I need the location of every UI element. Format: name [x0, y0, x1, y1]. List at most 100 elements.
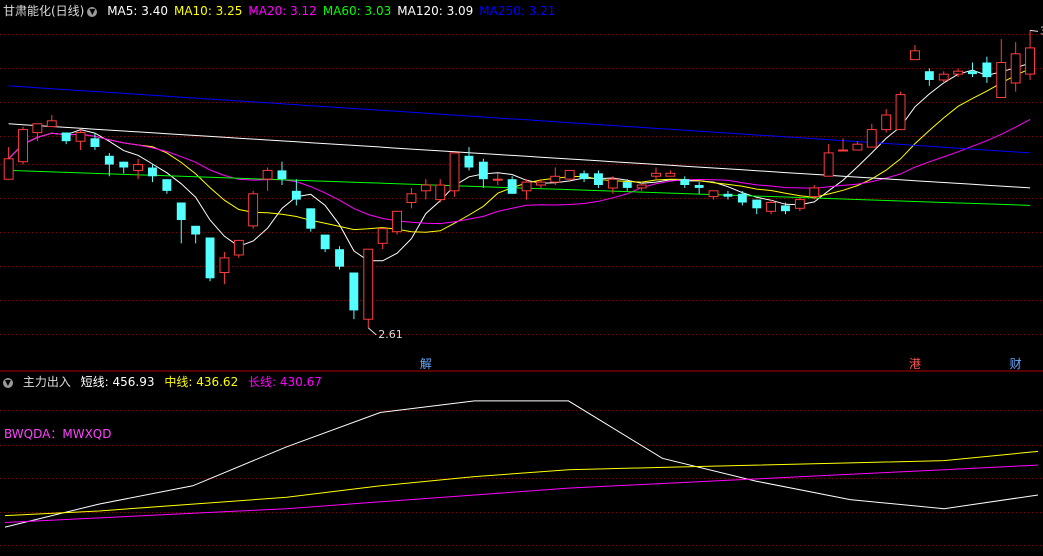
candle[interactable]	[464, 147, 474, 171]
candle[interactable]	[507, 176, 517, 194]
candle[interactable]	[594, 170, 603, 188]
candle-body	[996, 62, 1007, 98]
candle[interactable]	[910, 45, 920, 61]
candle[interactable]	[651, 167, 661, 180]
candle[interactable]	[133, 158, 144, 180]
candle[interactable]	[996, 39, 1007, 98]
candle-body	[766, 202, 776, 212]
candle[interactable]	[852, 141, 863, 151]
extreme-pointer	[367, 327, 377, 336]
candle[interactable]	[694, 182, 704, 194]
indicator-panel-header: ▼ 主力出入 短线: 456.93 中线: 436.62 长线: 430.67	[3, 375, 328, 389]
candle[interactable]	[248, 190, 259, 229]
candle[interactable]	[1010, 42, 1021, 92]
candle[interactable]	[61, 132, 71, 145]
mid-line-value: 中线: 436.62	[164, 375, 239, 389]
event-marker: 港	[909, 357, 921, 371]
chevron-down-icon[interactable]: ▼	[3, 377, 13, 388]
candle[interactable]	[277, 161, 287, 185]
candle-body	[464, 155, 474, 168]
candle[interactable]	[233, 239, 244, 258]
candle[interactable]	[219, 252, 230, 285]
short-line-value: 短线: 456.93	[80, 375, 155, 389]
candle-body	[594, 173, 603, 185]
candle[interactable]	[752, 199, 762, 215]
candle-body	[61, 132, 71, 142]
ma-line	[8, 62, 1031, 262]
candle-body	[579, 173, 589, 180]
indicator-formula: BWQDA：MWXQD	[4, 427, 112, 441]
candle[interactable]	[104, 152, 114, 177]
extreme-price-label: 2.61	[378, 328, 403, 341]
indicator-line	[4, 400, 1039, 528]
candle[interactable]	[205, 237, 215, 282]
candle[interactable]	[737, 190, 747, 206]
candle[interactable]	[46, 115, 57, 128]
candle-body	[119, 161, 129, 168]
candle[interactable]	[3, 147, 14, 180]
candle-body	[176, 202, 186, 220]
candle-body	[680, 179, 690, 185]
ma-legend-item: MA250: 3.21	[479, 4, 556, 18]
candle[interactable]	[176, 202, 186, 244]
candle-body	[521, 181, 532, 192]
candle[interactable]	[406, 187, 417, 209]
ma-legend-item: MA60: 3.03	[322, 4, 392, 18]
candle-body	[363, 248, 374, 320]
candle[interactable]	[823, 144, 834, 177]
candle[interactable]	[680, 176, 690, 188]
candle-body	[694, 185, 704, 188]
candle-body	[852, 143, 863, 151]
event-marker: 财	[1010, 357, 1022, 371]
candle-body	[205, 237, 215, 279]
candle[interactable]	[579, 170, 589, 183]
candle[interactable]	[148, 164, 157, 183]
stock-chart[interactable]: 2.613.63解港财	[0, 0, 1043, 556]
candle[interactable]	[75, 129, 86, 150]
candle[interactable]	[306, 208, 316, 232]
candle-body	[377, 228, 388, 244]
candle[interactable]	[665, 170, 676, 177]
candle[interactable]	[492, 173, 503, 185]
candle[interactable]	[478, 158, 488, 188]
candle[interactable]	[1025, 30, 1035, 80]
candle[interactable]	[363, 248, 374, 328]
candle-body	[823, 152, 834, 177]
candle-body	[291, 190, 301, 200]
candle[interactable]	[766, 199, 776, 215]
candle-body	[18, 129, 28, 163]
candle-body	[277, 170, 287, 180]
candle[interactable]	[982, 56, 992, 83]
candle[interactable]	[550, 167, 561, 186]
indicator-name: 主力出入	[22, 375, 71, 389]
candle[interactable]	[119, 161, 129, 174]
candle[interactable]	[377, 228, 388, 250]
chevron-down-icon[interactable]: ▼	[87, 6, 98, 17]
candle-body	[392, 210, 403, 233]
candle[interactable]	[191, 225, 201, 244]
candle[interactable]	[435, 179, 446, 203]
candle[interactable]	[968, 62, 977, 78]
candle[interactable]	[320, 234, 330, 253]
candle-body	[335, 249, 344, 267]
candle[interactable]	[349, 272, 359, 320]
candle[interactable]	[335, 246, 344, 270]
candle-body	[809, 187, 820, 198]
candle[interactable]	[420, 179, 431, 200]
candle[interactable]	[449, 152, 460, 197]
candle-body	[924, 71, 934, 80]
candle[interactable]	[924, 68, 934, 86]
candle[interactable]	[866, 123, 877, 148]
candle[interactable]	[895, 91, 906, 131]
candle[interactable]	[392, 210, 403, 235]
candle[interactable]	[881, 109, 892, 133]
long-line-value: 长线: 430.67	[248, 375, 322, 389]
candle[interactable]	[18, 126, 28, 165]
candle-body	[781, 205, 790, 212]
candle[interactable]	[521, 179, 532, 200]
candle-body	[133, 164, 144, 171]
candle[interactable]	[162, 179, 172, 194]
candle[interactable]	[262, 167, 273, 191]
indicator-line	[4, 450, 1039, 517]
candle-body	[737, 193, 747, 203]
